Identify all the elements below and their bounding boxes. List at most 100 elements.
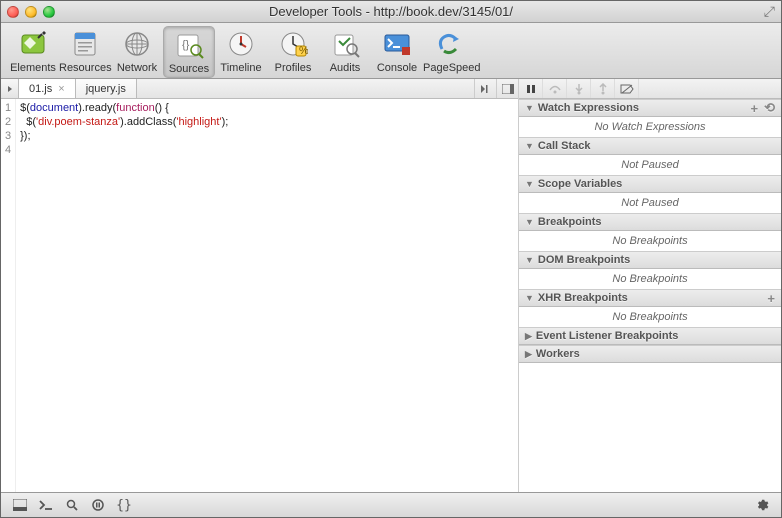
panel-title: Scope Variables [538, 178, 622, 190]
panel-scope-body: Not Paused [519, 193, 781, 213]
disclosure-arrow-icon: ▼ [525, 255, 534, 265]
expand-icon[interactable]: ⤢ [764, 3, 775, 20]
toggle-sidebar-icon[interactable] [496, 79, 518, 98]
panel-watch-body: No Watch Expressions [519, 117, 781, 137]
settings-gear-icon[interactable] [749, 495, 775, 515]
toolbar-label: Console [371, 62, 423, 74]
toolbar-label: PageSpeed [423, 62, 475, 74]
svg-text:{}: {} [182, 39, 190, 51]
audits-icon [329, 28, 361, 60]
status-bar: {} [1, 492, 781, 517]
profiles-icon: % [277, 28, 309, 60]
add-icon[interactable]: + [767, 291, 775, 306]
disclosure-arrow-icon: ▶ [525, 331, 532, 342]
add-icon[interactable]: + [751, 101, 759, 116]
debugger-sidebar: ▼ Watch Expressions + ⟲No Watch Expressions… [519, 79, 781, 492]
close-window-button[interactable] [7, 6, 19, 18]
panel-breakpoints-body: No Breakpoints [519, 231, 781, 251]
sources-icon: {} [173, 29, 205, 61]
code-editor[interactable]: 1234 $(document).ready(function() { $('d… [1, 99, 518, 492]
refresh-icon[interactable]: ⟲ [764, 100, 775, 116]
toolbar-pagespeed[interactable]: PageSpeed [423, 26, 475, 76]
panel-callstack-body: Not Paused [519, 155, 781, 175]
code-line [20, 143, 228, 157]
run-snippet-icon[interactable] [474, 79, 496, 98]
disclosure-arrow-icon: ▼ [525, 141, 534, 151]
pretty-print-icon[interactable]: {} [111, 495, 137, 515]
show-console-icon[interactable] [33, 495, 59, 515]
toolbar-audits[interactable]: Audits [319, 26, 371, 76]
toolbar-profiles[interactable]: % Profiles [267, 26, 319, 76]
minimize-window-button[interactable] [25, 6, 37, 18]
panel-watch-header[interactable]: ▼Watch Expressions+⟲ [519, 99, 781, 117]
toolbar-elements[interactable]: Elements [7, 26, 59, 76]
disclosure-arrow-icon: ▼ [525, 217, 534, 227]
console-icon [381, 28, 413, 60]
code-content: $(document).ready(function() { $('div.po… [16, 99, 228, 492]
step-over-button[interactable] [543, 79, 567, 98]
zoom-window-button[interactable] [43, 6, 55, 18]
panel-title: Workers [536, 348, 580, 360]
toolbar-label: Network [111, 62, 163, 74]
panel-breakpoints-header[interactable]: ▼ Breakpoints [519, 213, 781, 231]
panel-dom-header[interactable]: ▼ DOM Breakpoints [519, 251, 781, 269]
close-tab-icon[interactable]: × [58, 83, 64, 95]
toolbar-console[interactable]: Console [371, 26, 423, 76]
tab-label: jquery.js [86, 83, 126, 95]
line-gutter: 1234 [1, 99, 16, 492]
network-icon [121, 28, 153, 60]
panel-dom-body: No Breakpoints [519, 269, 781, 289]
code-line: $(document).ready(function() { [20, 101, 228, 115]
panel-title: DOM Breakpoints [538, 254, 630, 266]
step-out-button[interactable] [591, 79, 615, 98]
source-tab[interactable]: 01.js × [19, 79, 76, 98]
editor-controls [474, 79, 518, 98]
pause-on-exception-icon[interactable] [85, 495, 111, 515]
panel-callstack-header[interactable]: ▼Call Stack [519, 137, 781, 155]
navigator-toggle-icon[interactable] [1, 79, 19, 98]
debugger-controls [519, 79, 781, 99]
code-line: $('div.poem-stanza').addClass('highlight… [20, 115, 228, 129]
toolbar-resources[interactable]: Resources [59, 26, 111, 76]
toolbar-label: Profiles [267, 62, 319, 74]
window-controls [7, 6, 55, 18]
code-line: }); [20, 129, 228, 143]
search-icon[interactable] [59, 495, 85, 515]
svg-text:%: % [299, 45, 308, 57]
disclosure-arrow-icon: ▶ [525, 349, 532, 360]
panel-xhr-header[interactable]: ▼ XHR Breakpoints + [519, 289, 781, 307]
disclosure-arrow-icon: ▼ [525, 293, 534, 303]
window-title: Developer Tools - http://book.dev/3145/0… [1, 4, 781, 19]
toolbar-timeline[interactable]: Timeline [215, 26, 267, 76]
panel-title: Event Listener Breakpoints [536, 330, 678, 342]
main-toolbar: ElementsResourcesNetwork {} SourcesTimelin… [1, 23, 781, 79]
step-into-button[interactable] [567, 79, 591, 98]
toolbar-label: Timeline [215, 62, 267, 74]
panel-event-header[interactable]: ▶ Event Listener Breakpoints [519, 327, 781, 345]
panel-workers-header[interactable]: ▶ Workers [519, 345, 781, 363]
source-tab[interactable]: jquery.js [76, 79, 137, 98]
tab-bar: 01.js × jquery.js [1, 79, 518, 99]
elements-icon [17, 28, 49, 60]
toolbar-label: Sources [164, 63, 214, 75]
toolbar-label: Resources [59, 62, 111, 74]
disclosure-arrow-icon: ▼ [525, 179, 534, 189]
content-area: 01.js × jquery.js 1234 $(document).ready(f… [1, 79, 781, 492]
toolbar-label: Audits [319, 62, 371, 74]
toolbar-sources[interactable]: {} Sources [163, 26, 215, 78]
panel-xhr-body: No Breakpoints [519, 307, 781, 327]
tab-label: 01.js [29, 83, 52, 95]
pause-button[interactable] [519, 79, 543, 98]
deactivate-breakpoints-button[interactable] [615, 79, 639, 98]
timeline-icon [225, 28, 257, 60]
toolbar-network[interactable]: Network [111, 26, 163, 76]
panel-title: Breakpoints [538, 216, 602, 228]
toolbar-label: Elements [7, 62, 59, 74]
panel-title: XHR Breakpoints [538, 292, 628, 304]
source-pane: 01.js × jquery.js 1234 $(document).ready(f… [1, 79, 519, 492]
dock-side-icon[interactable] [7, 495, 33, 515]
pagespeed-icon [433, 28, 465, 60]
titlebar: Developer Tools - http://book.dev/3145/0… [1, 1, 781, 23]
panel-scope-header[interactable]: ▼ Scope Variables [519, 175, 781, 193]
panel-title: Watch Expressions [538, 102, 639, 114]
